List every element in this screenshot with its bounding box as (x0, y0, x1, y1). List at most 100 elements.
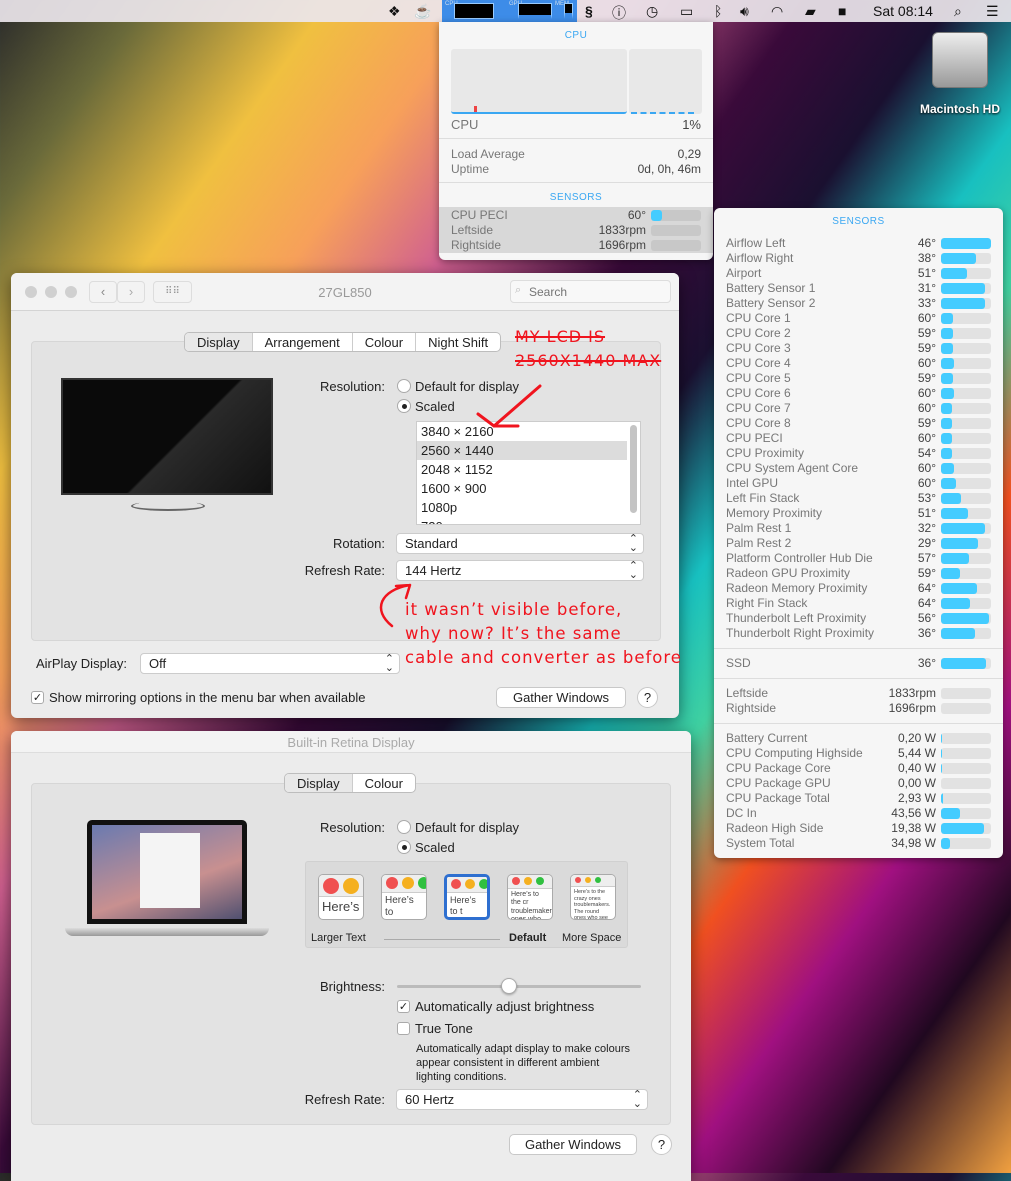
bluetooth-icon[interactable]: ᛒ (714, 3, 722, 19)
scale-option-thumbnail[interactable]: Here’s to t troublema ones who (444, 874, 490, 920)
sensor-row: CPU Core 2 59° (726, 326, 991, 341)
window-title: Built-in Retina Display (287, 735, 415, 750)
sensor-bar (941, 253, 991, 264)
sensor-bar (941, 463, 991, 474)
sensor-bar (941, 748, 991, 759)
scaled-radio[interactable] (397, 840, 411, 854)
sensor-bar-fill (941, 613, 989, 624)
sensor-name: Palm Rest 2 (726, 536, 792, 550)
default-radio[interactable] (397, 820, 411, 834)
sensor-value: 32° (917, 521, 936, 535)
tab-display[interactable]: Display (285, 774, 353, 792)
gather-windows-button[interactable]: Gather Windows (509, 1134, 637, 1155)
sensor-value: 59° (917, 416, 936, 430)
window-dot-icon (465, 879, 475, 889)
sensor-name: Rightside (726, 701, 777, 715)
tab-display[interactable]: Display (185, 333, 253, 351)
thumbnail-text: Here’s to the crazy ones troublemakers. … (574, 889, 611, 920)
search-input[interactable] (510, 280, 671, 303)
display-icon[interactable]: ▭ (680, 3, 693, 20)
tab-colour[interactable]: Colour (353, 774, 415, 792)
scale-option-thumbnail[interactable]: Here’s to troublem (381, 874, 427, 920)
brightness-label: Brightness: (319, 979, 385, 994)
list-icon[interactable]: ☰ (986, 3, 999, 20)
true-tone-description: Automatically adapt display to make colo… (416, 1042, 630, 1084)
sensor-row: Thunderbolt Left Proximity 56° (726, 611, 991, 626)
scale-option-thumbnail[interactable]: Here’s to the cr troublemakers. ones who… (507, 874, 553, 920)
mirroring-checkbox[interactable]: ✓ (31, 691, 44, 704)
sensor-name: CPU Package Core (726, 761, 831, 775)
window-dot-icon (585, 877, 591, 883)
search-icon: ⌕ (515, 284, 522, 296)
sensor-bar-fill (941, 238, 991, 249)
sensor-value: 64° (917, 581, 936, 595)
window-dot-icon (512, 877, 520, 885)
mirroring-label[interactable]: Show mirroring options in the menu bar w… (49, 690, 366, 705)
time-machine-icon[interactable]: ◷ (646, 3, 658, 20)
sensor-bar (941, 283, 991, 294)
battery-charging-icon[interactable]: ▰ (805, 3, 816, 20)
cup-icon[interactable]: ☕ (414, 3, 431, 20)
auto-brightness-label[interactable]: Automatically adjust brightness (415, 999, 594, 1014)
true-tone-label[interactable]: True Tone (415, 1021, 473, 1036)
sensor-bar-fill (941, 358, 954, 369)
thumbnail-text: Here’s (322, 899, 360, 914)
sensor-bar-fill (941, 823, 984, 834)
gather-windows-button[interactable]: Gather Windows (496, 687, 626, 708)
tab-arrangement[interactable]: Arrangement (253, 333, 353, 351)
sensor-name: Airflow Left (726, 236, 786, 250)
help-button[interactable]: ? (637, 687, 658, 708)
tab-night-shift[interactable]: Night Shift (416, 333, 500, 351)
brightness-slider[interactable] (397, 978, 641, 994)
sensor-bar (651, 240, 701, 251)
volume-icon[interactable]: 🔊︎ (740, 3, 749, 20)
screen-document (140, 833, 200, 908)
list-scrollbar[interactable] (630, 425, 637, 513)
sensor-row: Leftside 1833rpm (726, 686, 991, 701)
sensor-value: 29° (917, 536, 936, 550)
dropbox-icon[interactable]: ❖ (388, 3, 401, 20)
sensor-row: Airport 51° (726, 266, 991, 281)
sensor-value: 33° (917, 296, 936, 310)
wifi-icon[interactable]: ◠ (771, 3, 783, 20)
cpu-gpu-mem-meter[interactable]: CPU GPU MEM (442, 0, 577, 22)
tab-colour[interactable]: Colour (353, 333, 417, 351)
sensor-name: DC In (726, 806, 757, 820)
auto-brightness-checkbox[interactable]: ✓ (397, 1000, 410, 1013)
window-dot-icon (536, 877, 544, 885)
sensor-bar-fill (941, 253, 976, 264)
sensor-bar-fill (941, 748, 942, 759)
info-icon[interactable]: ⓘ (612, 3, 626, 23)
sensor-bar (941, 373, 991, 384)
scale-option-thumbnail[interactable]: Here’s to the crazy ones troublemakers. … (570, 874, 616, 920)
true-tone-checkbox[interactable] (397, 1022, 410, 1035)
sensor-value: 31° (917, 281, 936, 295)
search-icon[interactable]: ⌕ (954, 3, 962, 20)
arrow-to-resolution (476, 384, 542, 428)
sensor-row: Airflow Right 38° (726, 251, 991, 266)
cpu-label: CPU (451, 117, 479, 132)
cpu-core-graph (629, 49, 702, 114)
sensor-bar (941, 733, 991, 744)
refresh-rate-select[interactable]: 60 Hertz ⌃ ⌄ (396, 1089, 648, 1110)
default-option-label[interactable]: Default for display (415, 820, 519, 835)
help-button[interactable]: ? (651, 1134, 672, 1155)
resolution-label: Resolution: (319, 820, 385, 835)
sensor-bar (941, 763, 991, 774)
sensor-name: Leftside (451, 223, 494, 237)
sensor-bar-fill (941, 463, 954, 474)
resolution-label: Resolution: (319, 379, 385, 394)
s-app-icon[interactable]: § (585, 3, 593, 19)
sensor-name: CPU Core 3 (726, 341, 791, 355)
sensor-value: 1696rpm (598, 238, 646, 252)
note-line: cable and converter as before (405, 648, 682, 667)
airplay-select[interactable]: Off ⌃ ⌄ (140, 653, 400, 674)
drive-label[interactable]: Macintosh HD (912, 102, 1008, 116)
cpu-history-graph (451, 49, 627, 114)
scale-option-thumbnail[interactable]: Here’s (318, 874, 364, 920)
clock[interactable]: Sat 08:14 (873, 3, 933, 19)
hard-drive-icon[interactable] (932, 32, 988, 88)
scaled-option-label[interactable]: Scaled (415, 840, 455, 855)
app-square-icon[interactable]: ■ (838, 3, 846, 19)
sensor-row: CPU Core 3 59° (726, 341, 991, 356)
